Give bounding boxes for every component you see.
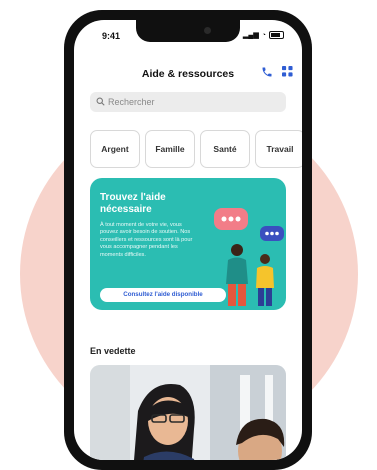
category-chips: Argent Famille Santé Travail — [90, 130, 302, 170]
signal-icon: ▂▄▆ — [243, 32, 259, 39]
status-icons: ▂▄▆ ◔ — [243, 31, 284, 39]
status-time: 9:41 — [102, 31, 121, 41]
wifi-icon: ◔ — [261, 31, 266, 39]
chip-label: Santé — [213, 144, 237, 154]
chip-label: Famille — [155, 144, 185, 154]
chip-famille[interactable]: Famille — [145, 130, 195, 168]
chip-sante[interactable]: Santé — [200, 130, 250, 168]
search-bar[interactable] — [90, 92, 286, 112]
chip-label: Argent — [101, 144, 129, 154]
grid-icon[interactable] — [280, 66, 294, 80]
chip-label: Travail — [266, 144, 294, 154]
promo-body: À tout moment de votre vie, vous pouvez … — [100, 222, 193, 258]
phone-notch — [136, 20, 240, 42]
featured-article-image[interactable] — [90, 365, 286, 460]
promo-title: Trouvez l'aide nécessaire — [100, 192, 166, 215]
battery-icon — [269, 31, 284, 39]
featured-section-title: En vedette — [90, 346, 136, 356]
search-input[interactable] — [108, 97, 268, 107]
phone-icon[interactable] — [260, 66, 274, 80]
chip-travail[interactable]: Travail — [255, 130, 302, 168]
help-promo-card: Trouvez l'aide nécessaire À tout moment … — [90, 178, 286, 310]
search-icon — [96, 97, 105, 108]
app-screen: 9:41 ▂▄▆ ◔ Aide & ressources Argent Fami… — [74, 20, 302, 460]
chip-argent[interactable]: Argent — [90, 130, 140, 168]
phone-frame: 9:41 ▂▄▆ ◔ Aide & ressources Argent Fami… — [64, 10, 312, 470]
camera-dot — [204, 27, 211, 34]
people-chat-illustration — [214, 208, 284, 306]
